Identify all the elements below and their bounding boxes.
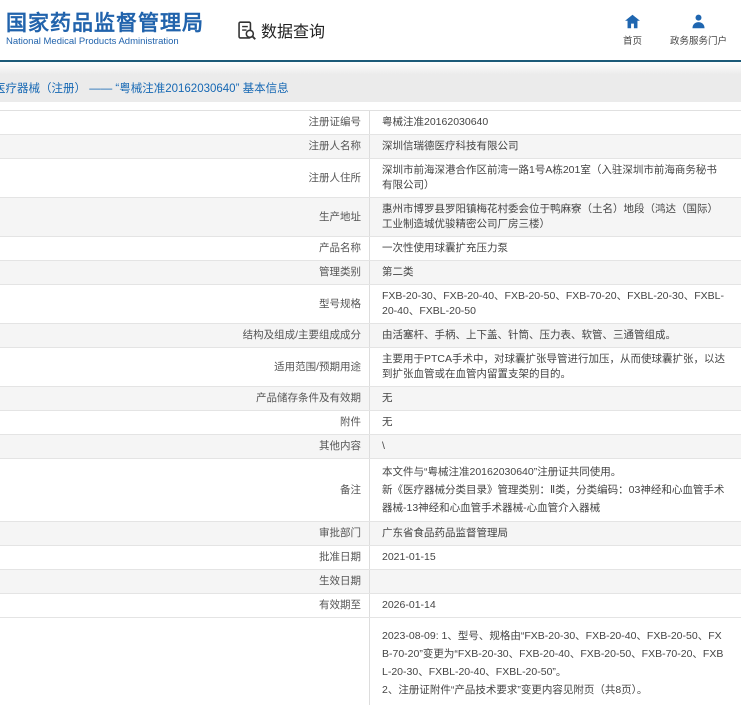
row-value: 深圳信瑞德医疗科技有限公司: [382, 140, 519, 152]
row-value: 由活塞杆、手柄、上下盖、针筒、压力表、软管、三通管组成。: [382, 329, 676, 341]
row-label: 注册证编号: [0, 111, 370, 134]
table-row: 结构及组成/主要组成成分 由活塞杆、手柄、上下盖、针筒、压力表、软管、三通管组成…: [0, 324, 741, 348]
nav-home[interactable]: 首页: [623, 13, 642, 47]
row-value: 惠州市博罗县罗阳镇梅花村委会位于鸭麻寮（土名）地段（鸿达（国际）工业制造城优骏精…: [382, 203, 718, 230]
header-nav: 首页 政务服务门户: [623, 13, 727, 47]
nav-gov-portal[interactable]: 政务服务门户: [670, 13, 727, 47]
data-query-section[interactable]: 数据查询: [236, 18, 325, 42]
table-row: 产品储存条件及有效期 无: [0, 387, 741, 411]
row-value: FXB-20-30、FXB-20-40、FXB-20-50、FXB-70-20、…: [382, 290, 724, 317]
row-value: 一次性使用球囊扩充压力泵: [382, 242, 508, 254]
table-row: 注册人住所 深圳市前海深港合作区前湾一路1号A栋201室（入驻深圳市前海商务秘书…: [0, 159, 741, 198]
row-label: 型号规格: [0, 285, 370, 323]
row-value: 第二类: [382, 266, 414, 278]
logo-subtitle: National Medical Products Administration: [6, 36, 179, 47]
table-row: 审批部门 广东省食品药品监督管理局: [0, 522, 741, 546]
table-row: 适用范围/预期用途 主要用于PTCA手术中，对球囊扩张导管进行加压，从而使球囊扩…: [0, 348, 741, 387]
row-label: 其他内容: [0, 435, 370, 458]
header-gradient-band: [0, 62, 741, 74]
row-label: 管理类别: [0, 261, 370, 284]
row-value: 深圳市前海深港合作区前湾一路1号A栋201室（入驻深圳市前海商务秘书有限公司）: [382, 164, 717, 191]
data-query-title: 数据查询: [261, 24, 326, 41]
row-value: 粤械注准20162030640: [382, 116, 489, 128]
row-label: 有效期至: [0, 594, 370, 617]
table-row: 附件 无: [0, 411, 741, 435]
row-label: 结构及组成/主要组成成分: [0, 324, 370, 347]
value-line: 本文件与“粤械注准20162030640”注册证共同使用。: [382, 466, 622, 478]
row-label: 备注: [0, 459, 370, 521]
breadcrumb: 医疗器械（注册） —— “粤械注准20162030640” 基本信息: [0, 83, 289, 95]
table-row: 批准日期 2021-01-15: [0, 546, 741, 570]
row-label: 产品储存条件及有效期: [0, 387, 370, 410]
table-row: 备注 本文件与“粤械注准20162030640”注册证共同使用。新《医疗器械分类…: [0, 459, 741, 522]
nav-gov-portal-label: 政务服务门户: [669, 36, 727, 47]
row-label: 附件: [0, 411, 370, 434]
user-icon: [690, 13, 707, 30]
value-line: 2023-08-09: 1、型号、规格由“FXB-20-30、FXB-20-40…: [382, 630, 724, 678]
row-label: 批准日期: [0, 546, 370, 569]
table-row: 其他内容 \: [0, 435, 741, 459]
row-value: 无: [382, 392, 393, 404]
row-value: 2021-01-15: [382, 551, 436, 563]
row-value: 本文件与“粤械注准20162030640”注册证共同使用。新《医疗器械分类目录》…: [370, 459, 741, 521]
table-row: 生效日期: [0, 570, 741, 594]
value-line: 新《医疗器械分类目录》管理类别：Ⅱ类，分类编码：03神经和心血管手术器械-13神…: [382, 484, 725, 514]
table-row: 生产地址 惠州市博罗县罗阳镇梅花村委会位于鸭麻寮（土名）地段（鸿达（国际）工业制…: [0, 198, 741, 237]
document-search-icon: [236, 20, 257, 41]
row-label: 注册人住所: [0, 159, 370, 197]
table-row: 有效期至 2026-01-14: [0, 594, 741, 618]
spacer: [0, 102, 741, 110]
row-value: 主要用于PTCA手术中，对球囊扩张导管进行加压，从而使球囊扩张，以达到扩张血管或…: [382, 353, 726, 380]
table-row: 注册证编号 粤械注准20162030640: [0, 111, 741, 135]
logo-title: 国家药品监督管理局: [6, 12, 204, 35]
row-value: 无: [382, 416, 393, 428]
value-line: 2、注册证附件“产品技术要求”变更内容见附页（共8页）。: [382, 684, 648, 696]
row-value: 2026-01-14: [382, 599, 436, 611]
detail-table: 注册证编号 粤械注准20162030640 注册人名称 深圳信瑞德医疗科技有限公…: [0, 110, 741, 705]
row-label: 注册人名称: [0, 135, 370, 158]
row-value: 2023-08-09: 1、型号、规格由“FXB-20-30、FXB-20-40…: [370, 618, 741, 705]
row-label: 生效日期: [0, 570, 370, 593]
row-value: [370, 570, 741, 593]
table-row: 管理类别 第二类: [0, 261, 741, 285]
breadcrumb-bar: 医疗器械（注册） —— “粤械注准20162030640” 基本信息: [0, 74, 741, 102]
row-label: 适用范围/预期用途: [0, 348, 370, 386]
row-label: 变更情况: [0, 618, 370, 705]
row-value: \: [382, 440, 385, 452]
site-header: 国家药品监督管理局 National Medical Products Admi…: [0, 0, 741, 60]
nmpa-logo[interactable]: 国家药品监督管理局 National Medical Products Admi…: [6, 12, 204, 48]
value-line: [382, 699, 726, 705]
table-row: 注册人名称 深圳信瑞德医疗科技有限公司: [0, 135, 741, 159]
table-row: 变更情况 2023-08-09: 1、型号、规格由“FXB-20-30、FXB-…: [0, 618, 741, 705]
home-icon: [624, 13, 641, 30]
table-row: 产品名称 一次性使用球囊扩充压力泵: [0, 237, 741, 261]
table-row: 型号规格 FXB-20-30、FXB-20-40、FXB-20-50、FXB-7…: [0, 285, 741, 324]
row-value: 广东省食品药品监督管理局: [382, 527, 508, 539]
row-label: 生产地址: [0, 198, 370, 236]
row-label: 产品名称: [0, 237, 370, 260]
row-label: 审批部门: [0, 522, 370, 545]
nav-home-label: 首页: [622, 36, 642, 47]
